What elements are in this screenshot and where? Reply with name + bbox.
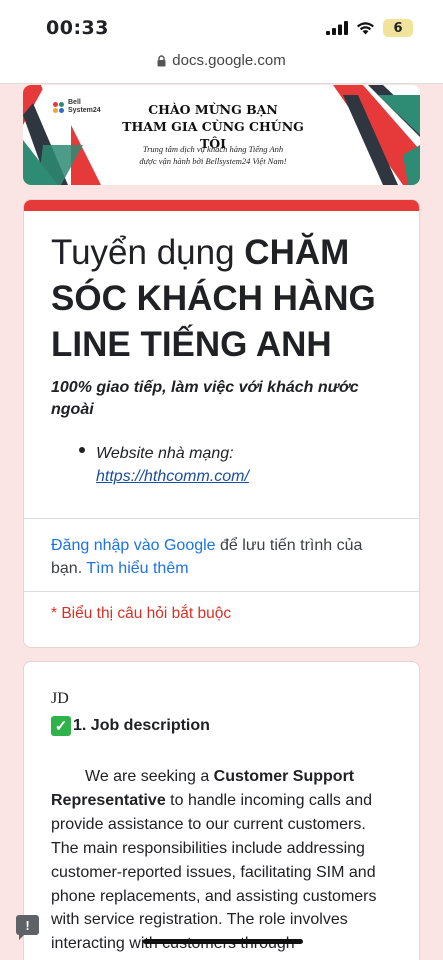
website-item: Website nhà mạng: https://hthcomm.com/ xyxy=(96,442,249,488)
website-link[interactable]: https://hthcomm.com/ xyxy=(96,468,249,485)
body-rest: to handle incoming calls and provide ass… xyxy=(51,791,377,953)
section-label: JD xyxy=(51,690,69,707)
form-title-regular: Tuyển dụng xyxy=(51,233,245,272)
logo-line1: Bell xyxy=(68,99,81,106)
body-prefix: We are seeking a xyxy=(85,768,214,785)
lock-icon xyxy=(157,54,166,66)
status-time: 00:33 xyxy=(46,17,109,39)
banner-sub-line1: Trung tâm dịch vụ khách hàng Tiếng Anh xyxy=(142,144,284,154)
learn-more-link[interactable]: Tìm hiểu thêm xyxy=(86,560,188,577)
form-header-banner: Bell System24 CHÀO MỪNG BẠN THAM GIA CÙN… xyxy=(23,85,420,185)
check-mark-icon: ✓ xyxy=(51,716,71,736)
battery-icon: 6 xyxy=(383,19,413,37)
section-body: We are seeking a Customer Support Repres… xyxy=(51,765,396,956)
status-bar: 00:33 6 xyxy=(0,0,443,48)
section-card: JD ✓ 1. Job description We are seeking a… xyxy=(23,661,420,960)
bellsystem-logo: Bell System24 xyxy=(53,99,101,115)
section-heading: 1. Job description xyxy=(73,717,210,734)
signin-notice: Đăng nhập vào Google để lưu tiến trình c… xyxy=(51,534,391,580)
banner-sub-line2: được vận hành bởi Bellsystem24 Việt Nam! xyxy=(139,156,287,166)
address-bar[interactable]: docs.google.com xyxy=(0,48,443,84)
url-text[interactable]: docs.google.com xyxy=(172,52,285,69)
battery-level: 6 xyxy=(393,20,403,36)
card-accent-bar xyxy=(24,200,419,211)
divider xyxy=(24,591,419,592)
feedback-icon[interactable]: ! xyxy=(16,915,39,940)
required-note: * Biểu thị câu hỏi bắt buộc xyxy=(51,605,232,622)
bullet-icon xyxy=(79,442,89,452)
signal-icon xyxy=(326,21,348,35)
wifi-icon xyxy=(357,22,374,35)
status-icons: 6 xyxy=(326,19,413,37)
divider xyxy=(24,518,419,519)
form-title-card: Tuyển dụng CHĂM SÓC KHÁCH HÀNG LINE TIẾN… xyxy=(23,199,420,648)
home-indicator[interactable] xyxy=(143,939,303,944)
logo-line2: System24 xyxy=(68,107,101,114)
website-label: Website nhà mạng: xyxy=(96,445,234,462)
form-description: 100% giao tiếp, làm việc với khách nước … xyxy=(51,379,359,418)
signin-link[interactable]: Đăng nhập vào Google xyxy=(51,537,216,554)
banner-subtitle: Trung tâm dịch vụ khách hàng Tiếng Anh đ… xyxy=(103,143,323,167)
banner-title-line1: CHÀO MỪNG BẠN xyxy=(148,102,278,117)
form-title: Tuyển dụng CHĂM SÓC KHÁCH HÀNG LINE TIẾN… xyxy=(51,230,411,368)
